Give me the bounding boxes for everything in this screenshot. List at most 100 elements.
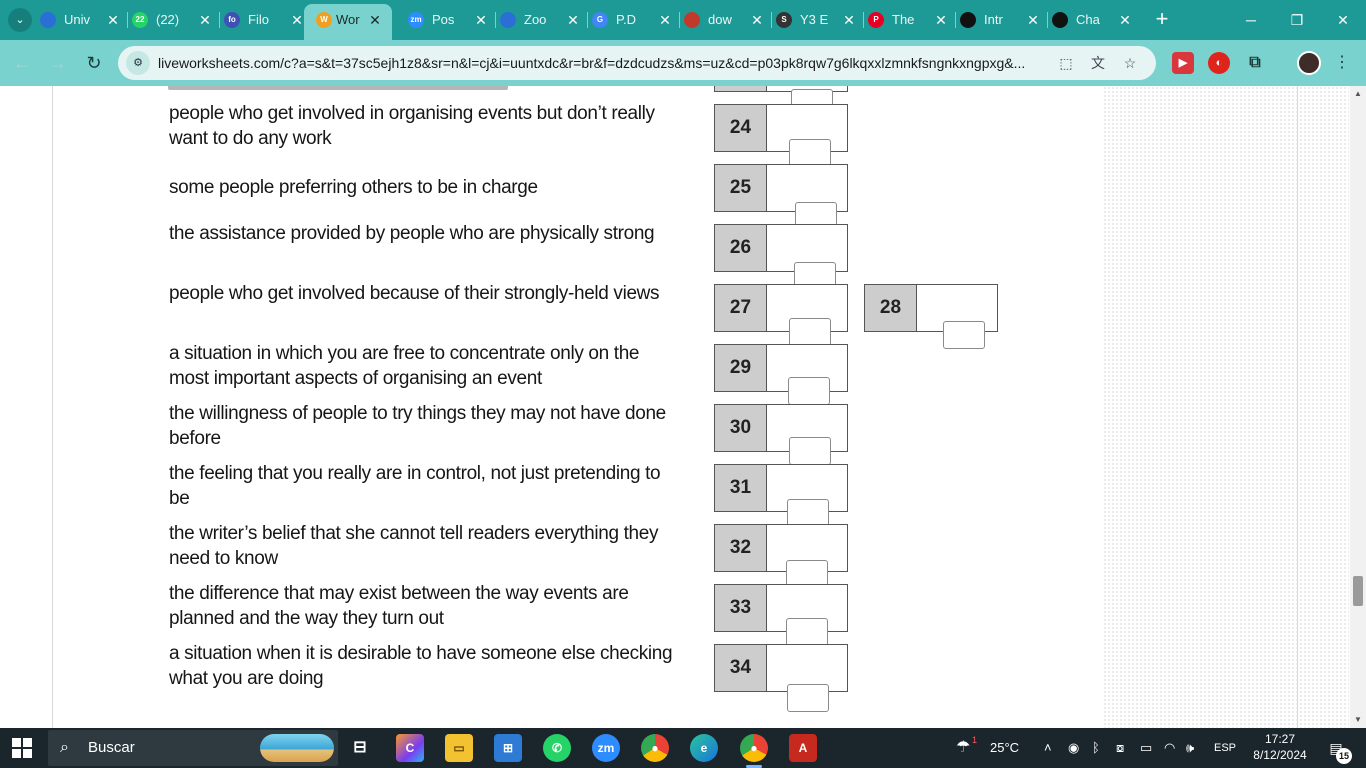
close-tab-icon[interactable]: ✕ bbox=[1026, 8, 1040, 32]
system-clock[interactable]: 17:27 8/12/2024 bbox=[1252, 731, 1308, 763]
battery-icon[interactable]: ▭ bbox=[1140, 728, 1152, 768]
weather-badge: 1 bbox=[972, 735, 978, 745]
browser-tab[interactable]: S Y3 E ✕ bbox=[776, 8, 856, 32]
file-explorer-icon[interactable]: ▭ bbox=[445, 734, 473, 762]
browser-tab[interactable]: Cha ✕ bbox=[1052, 8, 1132, 32]
browser-tab[interactable]: Univ ✕ bbox=[40, 8, 120, 32]
extension-icon[interactable]: ▶ bbox=[1172, 52, 1194, 74]
browser-tab[interactable]: dow ✕ bbox=[684, 8, 764, 32]
question-number: 29 bbox=[715, 345, 767, 391]
scroll-down-arrow[interactable]: ▼ bbox=[1350, 712, 1366, 728]
tab-title: Y3 E bbox=[800, 12, 829, 27]
answer-input[interactable] bbox=[787, 684, 829, 712]
close-tab-icon[interactable]: ✕ bbox=[290, 8, 304, 32]
answer-input[interactable] bbox=[789, 437, 831, 465]
browser-tab[interactable]: W Wor ✕ bbox=[304, 4, 392, 40]
bluetooth-icon[interactable]: ᛒ bbox=[1092, 728, 1100, 768]
answer-input[interactable] bbox=[943, 321, 985, 349]
browser-tab[interactable]: Intr ✕ bbox=[960, 8, 1040, 32]
site-info-icon[interactable]: ⚙ bbox=[126, 51, 150, 75]
vertical-scrollbar[interactable]: ▲ ▼ bbox=[1350, 86, 1366, 728]
taskbar-search[interactable]: ⌕ Buscar bbox=[48, 730, 338, 766]
taskbar: ⌕ Buscar ⊟ C ▭ ⊞ ✆ zm ● e ● A ☂ 1 25°C ˄… bbox=[0, 728, 1366, 768]
zoom-icon[interactable]: zm bbox=[592, 734, 620, 762]
record-icon[interactable]: ◉ bbox=[1068, 728, 1079, 768]
weather-icon[interactable]: ☂ bbox=[956, 728, 970, 768]
wifi-icon[interactable]: ◠ bbox=[1164, 728, 1175, 768]
profile-avatar[interactable] bbox=[1297, 51, 1321, 75]
search-icon: ⌕ bbox=[60, 739, 69, 756]
statement-text: a situation when it is desirable to have… bbox=[169, 643, 673, 689]
forward-button[interactable]: → bbox=[46, 51, 70, 75]
download-tab-icon bbox=[684, 12, 700, 28]
close-tab-icon[interactable]: ✕ bbox=[658, 8, 672, 32]
scroll-thumb[interactable] bbox=[1353, 576, 1363, 606]
extension-icon[interactable]: ◐ bbox=[1208, 52, 1230, 74]
google-tab-icon: G bbox=[592, 12, 608, 28]
acrobat-icon[interactable]: A bbox=[789, 734, 817, 762]
whatsapp-icon[interactable]: ✆ bbox=[543, 734, 571, 762]
page-viewport: people who get involved in organising ev… bbox=[0, 86, 1350, 728]
minimize-button[interactable]: ─ bbox=[1236, 6, 1266, 34]
tab-title: The bbox=[892, 12, 915, 27]
edge-icon[interactable]: e bbox=[690, 734, 718, 762]
chrome-profile-icon[interactable]: ● bbox=[740, 734, 768, 768]
chatgpt-tab-icon bbox=[1052, 12, 1068, 28]
close-tab-icon[interactable]: ✕ bbox=[934, 8, 948, 32]
browser-tab[interactable]: G P.D ✕ bbox=[592, 8, 672, 32]
windows-start-icon[interactable] bbox=[12, 738, 32, 758]
filo-tab-icon: fo bbox=[224, 12, 240, 28]
close-window-button[interactable]: ✕ bbox=[1328, 6, 1358, 34]
answer-input[interactable] bbox=[787, 499, 829, 527]
tab-title: P.D bbox=[616, 12, 636, 27]
tab-separator bbox=[127, 12, 128, 28]
answer-input[interactable] bbox=[789, 139, 831, 167]
notification-count: 15 bbox=[1336, 748, 1352, 764]
extensions-puzzle-icon[interactable]: ⧉ bbox=[1244, 52, 1266, 74]
address-bar[interactable]: ⚙ liveworksheets.com/c?a=s&t=37sc5ejh1z8… bbox=[118, 46, 1156, 80]
close-tab-icon[interactable]: ✕ bbox=[368, 8, 382, 32]
tab-separator bbox=[587, 12, 588, 28]
close-tab-icon[interactable]: ✕ bbox=[566, 8, 580, 32]
answer-input[interactable] bbox=[786, 618, 828, 646]
copilot-icon[interactable]: C bbox=[396, 734, 424, 762]
volume-icon[interactable]: 🕪 bbox=[1186, 728, 1194, 768]
search-placeholder: Buscar bbox=[88, 739, 135, 756]
browser-tab[interactable]: 22 (22) ✕ bbox=[132, 8, 212, 32]
language-indicator[interactable]: ESP bbox=[1214, 728, 1236, 768]
notifications-icon[interactable]: ▤ 15 bbox=[1324, 738, 1352, 764]
answer-input[interactable] bbox=[788, 377, 830, 405]
tab-search-button[interactable]: ⌄ bbox=[8, 8, 32, 32]
bookmark-star-icon[interactable]: ☆ bbox=[1120, 53, 1140, 73]
browser-tab[interactable]: P The ✕ bbox=[868, 8, 948, 32]
browser-tab[interactable]: fo Filo ✕ bbox=[224, 8, 304, 32]
meet-icon[interactable]: ⧇ bbox=[1116, 728, 1124, 768]
statement-text: some people preferring others to be in c… bbox=[169, 177, 538, 198]
menu-kebab-icon[interactable]: ⋮ bbox=[1334, 51, 1350, 75]
task-view-icon[interactable]: ⊟ bbox=[346, 734, 374, 762]
weather-temp[interactable]: 25°C bbox=[990, 728, 1019, 768]
close-tab-icon[interactable]: ✕ bbox=[474, 8, 488, 32]
url-text[interactable]: liveworksheets.com/c?a=s&t=37sc5ejh1z8&s… bbox=[158, 46, 1048, 80]
close-tab-icon[interactable]: ✕ bbox=[842, 8, 856, 32]
tab-title: Zoo bbox=[524, 12, 547, 27]
browser-tab[interactable]: zm Pos ✕ bbox=[408, 8, 488, 32]
new-tab-button[interactable]: + bbox=[1150, 8, 1174, 32]
translate-icon[interactable]: 文 bbox=[1088, 53, 1108, 73]
answer-input[interactable] bbox=[789, 318, 831, 346]
tab-title: Univ bbox=[64, 12, 91, 27]
restore-button[interactable]: ❐ bbox=[1282, 6, 1312, 34]
back-button[interactable]: ← bbox=[10, 51, 34, 75]
close-tab-icon[interactable]: ✕ bbox=[106, 8, 120, 32]
tray-chevron-icon[interactable]: ˄ bbox=[1044, 728, 1052, 768]
reload-button[interactable]: ↻ bbox=[82, 51, 106, 75]
close-tab-icon[interactable]: ✕ bbox=[750, 8, 764, 32]
close-tab-icon[interactable]: ✕ bbox=[1118, 8, 1132, 32]
search-highlight-image[interactable] bbox=[260, 734, 334, 762]
browser-tab[interactable]: Zoo ✕ bbox=[500, 8, 580, 32]
microsoft-store-icon[interactable]: ⊞ bbox=[494, 734, 522, 762]
install-app-icon[interactable]: ⬚ bbox=[1056, 53, 1076, 73]
scroll-up-arrow[interactable]: ▲ bbox=[1350, 86, 1366, 102]
close-tab-icon[interactable]: ✕ bbox=[198, 8, 212, 32]
chrome-icon[interactable]: ● bbox=[641, 734, 669, 762]
